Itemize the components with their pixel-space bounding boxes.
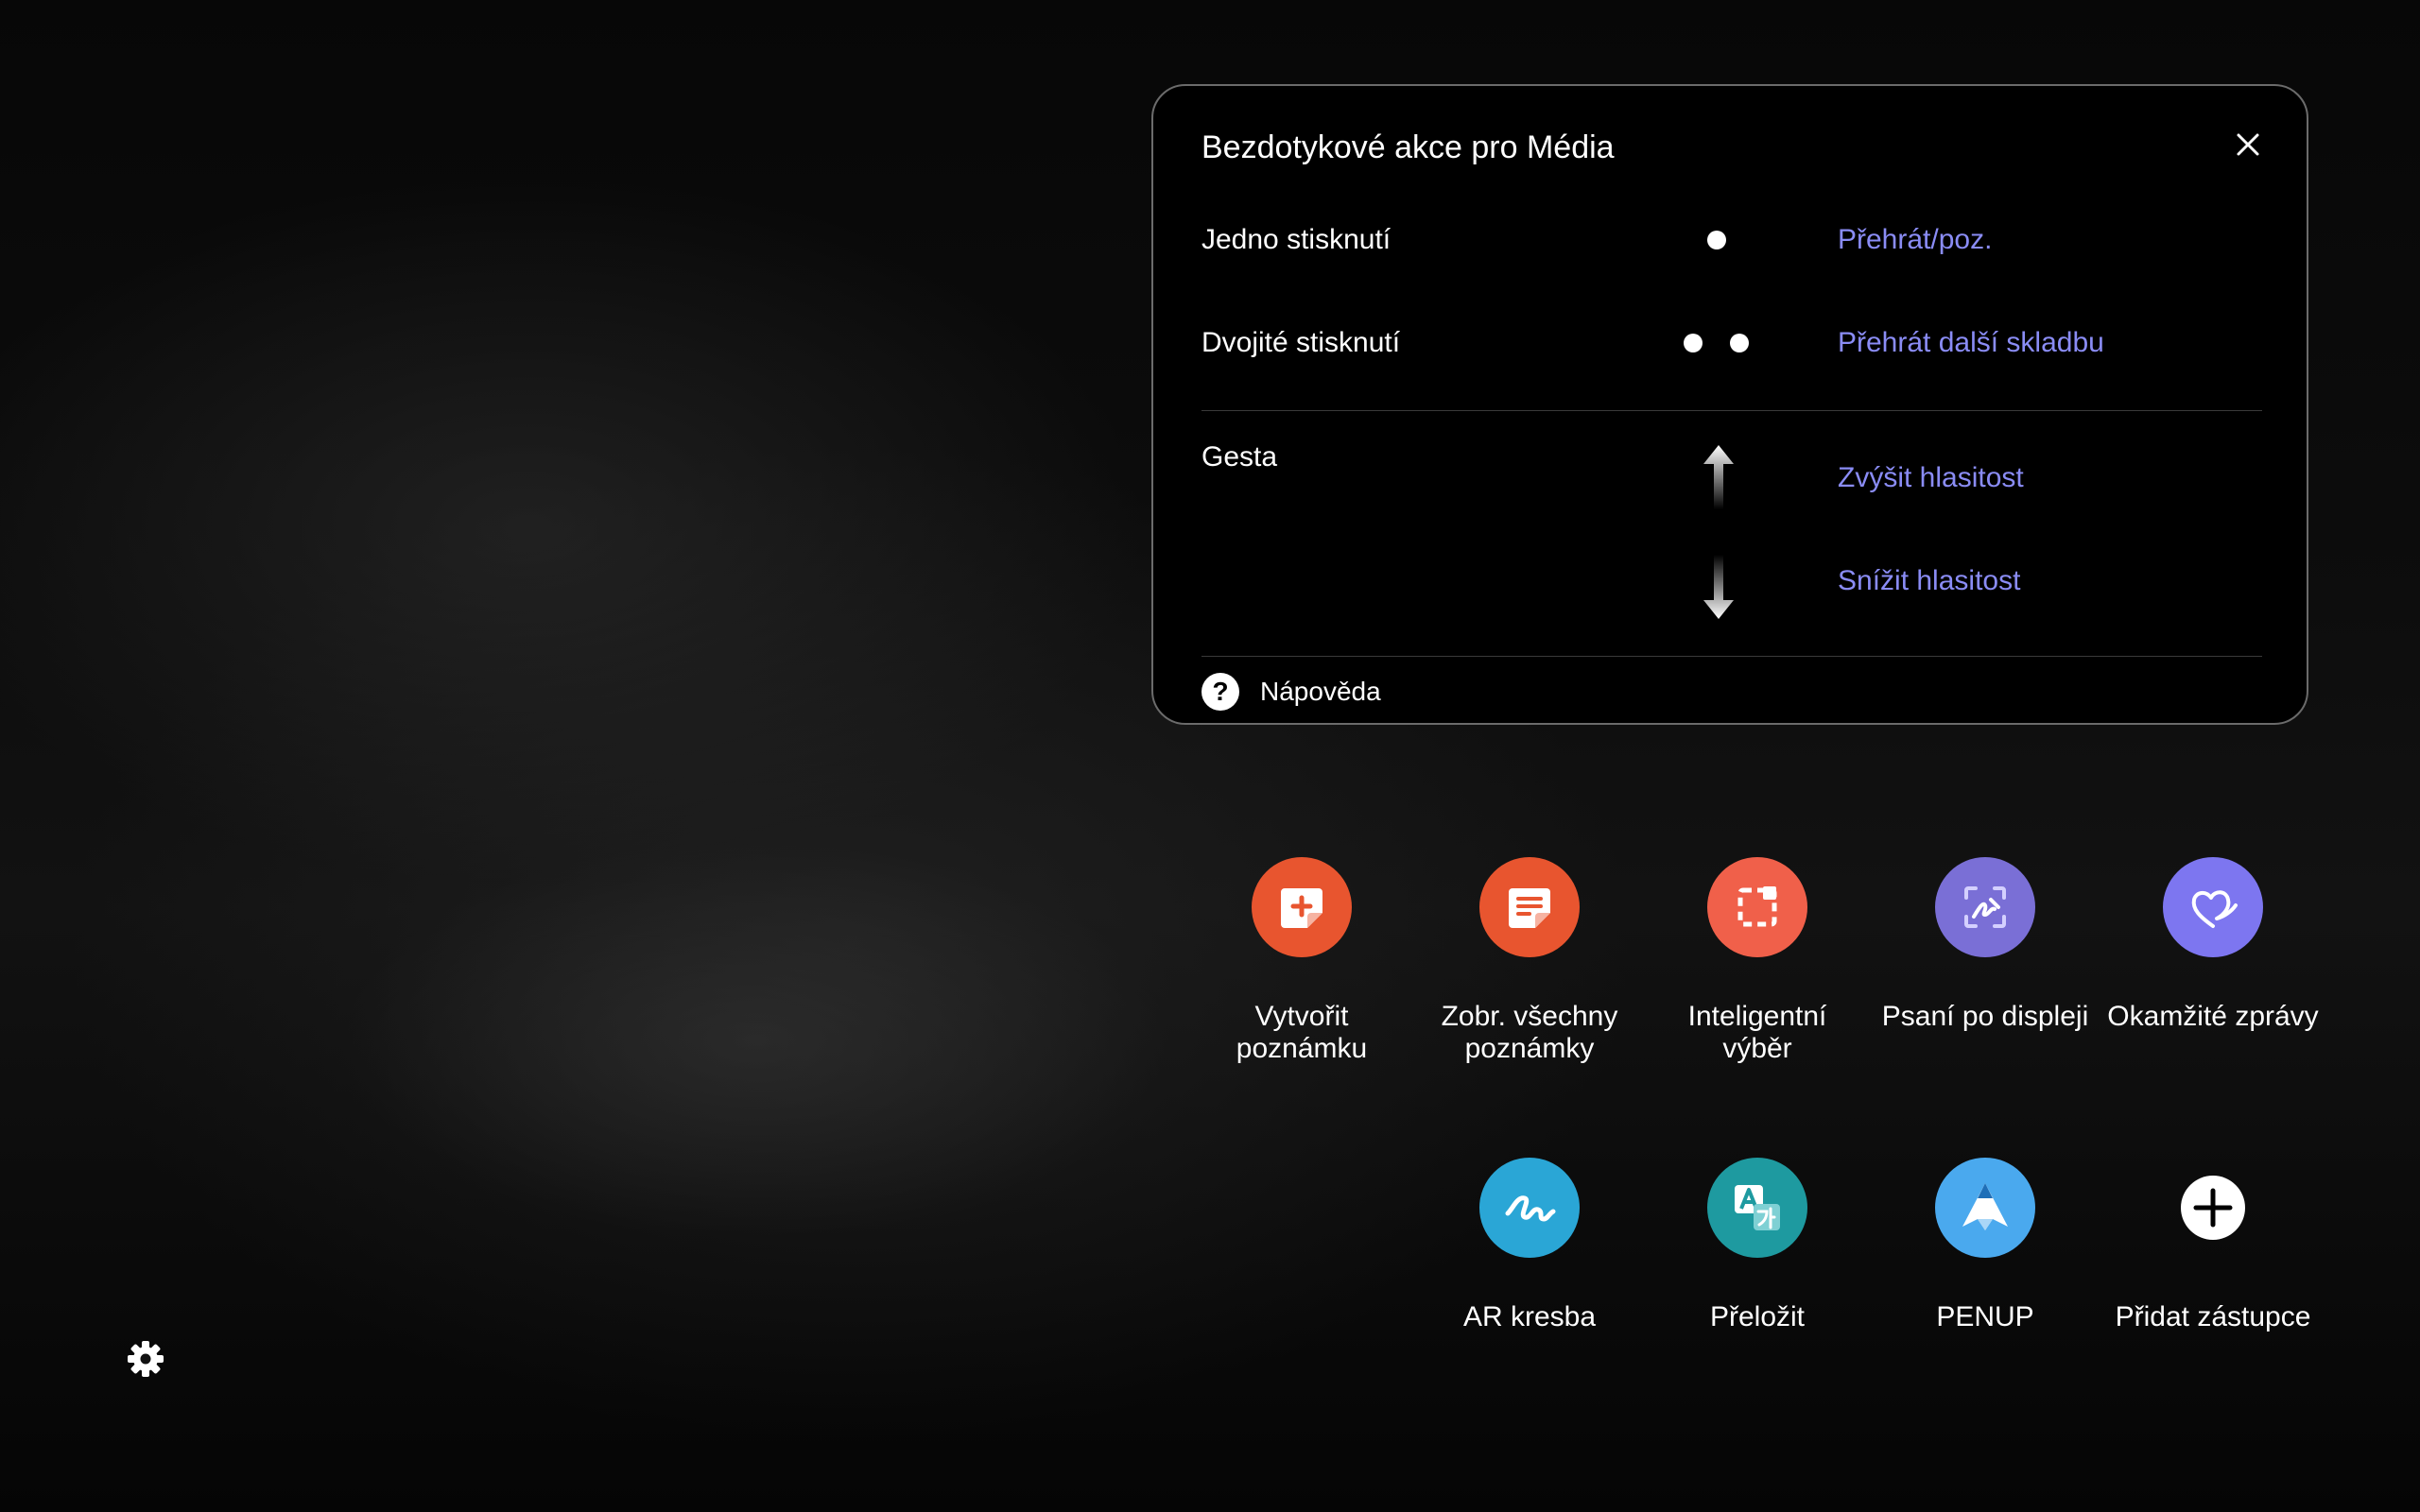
single-press-action[interactable]: Přehrát/poz.: [1838, 224, 1992, 256]
shortcut-translate[interactable]: Přeložit: [1644, 1158, 1871, 1333]
air-actions-panel: Bezdotykové akce pro Média Jedno stisknu…: [1151, 84, 2308, 725]
single-dot-icon: [1707, 231, 1726, 249]
shortcut-live-messages[interactable]: Okamžité zprávy: [2100, 857, 2326, 1033]
shortcut-label: Vytvořit poznámku: [1236, 1001, 1368, 1064]
screen-write-icon: [1935, 857, 2035, 957]
double-dot-icon-1: [1684, 334, 1703, 352]
shortcut-view-all-notes[interactable]: Zobr. všechny poznámky: [1416, 857, 1643, 1065]
ar-doodle-icon: [1479, 1158, 1580, 1258]
shortcut-label: Přeložit: [1709, 1301, 1806, 1332]
shortcut-smart-select[interactable]: Inteligentní výběr: [1644, 857, 1871, 1065]
shortcut-label: Přidat zástupce: [2115, 1301, 2311, 1332]
shortcut-label: PENUP: [1936, 1301, 2034, 1332]
divider: [1201, 656, 2262, 657]
gestures-label: Gesta: [1201, 441, 1278, 472]
arrow-up-icon: [1703, 445, 1734, 509]
gear-icon: [128, 1341, 164, 1377]
gesture-up-action[interactable]: Zvýšit hlasitost: [1838, 462, 2024, 494]
shortcut-ar-doodle[interactable]: AR kresba: [1416, 1158, 1643, 1333]
settings-button[interactable]: [127, 1340, 164, 1378]
help-label: Nápověda: [1260, 677, 1381, 706]
double-press-action[interactable]: Přehrát další skladbu: [1838, 327, 2104, 359]
shortcut-label: AR kresba: [1462, 1301, 1597, 1332]
shortcut-label: Zobr. všechny poznámky: [1441, 1001, 1618, 1064]
close-icon: [2237, 133, 2259, 156]
gesture-down-action[interactable]: Snížit hlasitost: [1838, 565, 2020, 597]
shortcut-label: Okamžité zprávy: [2107, 1001, 2319, 1032]
smart-select-icon: [1707, 857, 1807, 957]
live-messages-icon: [2163, 857, 2263, 957]
shortcut-screen-write[interactable]: Psaní po displeji: [1872, 857, 2099, 1033]
create-note-icon: [1252, 857, 1352, 957]
single-press-label: Jedno stisknutí: [1201, 224, 1392, 255]
arrow-down-icon: [1703, 555, 1734, 619]
help-link[interactable]: ? Nápověda: [1201, 671, 1381, 713]
view-notes-icon: [1479, 857, 1580, 957]
shortcut-penup[interactable]: PENUP: [1872, 1158, 2099, 1333]
double-press-label: Dvojité stisknutí: [1201, 327, 1401, 358]
add-shortcut-icon: [2163, 1158, 2263, 1258]
translate-icon: [1707, 1158, 1807, 1258]
penup-icon: [1935, 1158, 2035, 1258]
shortcut-label: Inteligentní výběr: [1687, 1001, 1827, 1064]
double-dot-icon-2: [1730, 334, 1749, 352]
divider: [1201, 410, 2262, 411]
help-icon: ?: [1201, 673, 1239, 711]
close-button[interactable]: [2231, 128, 2265, 162]
shortcut-add[interactable]: Přidat zástupce: [2100, 1158, 2326, 1333]
panel-title: Bezdotykové akce pro Média: [1201, 129, 1615, 165]
shortcut-create-note[interactable]: Vytvořit poznámku: [1188, 857, 1415, 1065]
shortcut-label: Psaní po displeji: [1881, 1001, 2089, 1032]
